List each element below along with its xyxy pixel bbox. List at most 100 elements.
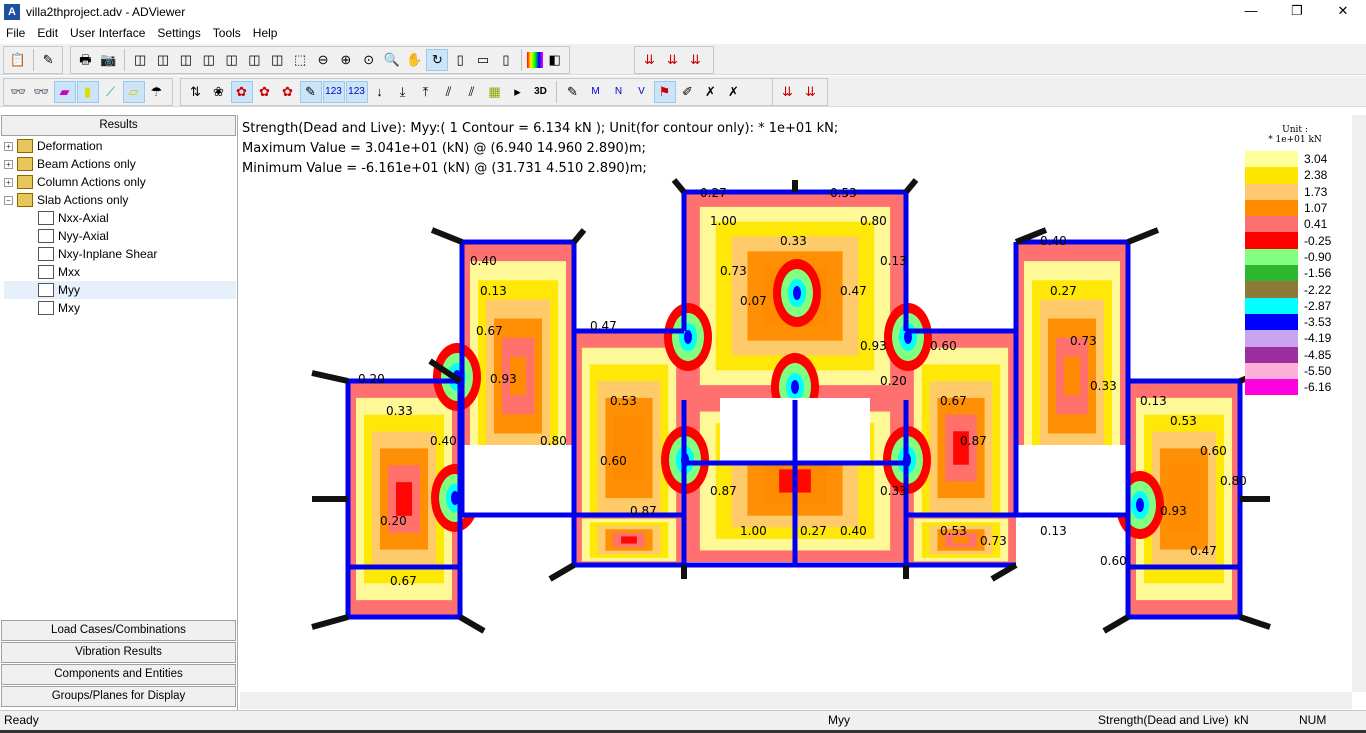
values-alt-icon[interactable]: 123 xyxy=(345,81,368,103)
contour-band-icon[interactable]: ✿ xyxy=(277,81,299,103)
legend-item: 0.41 xyxy=(1245,216,1345,233)
tree-item-deformation[interactable]: + Deformation xyxy=(4,137,236,155)
column-stub xyxy=(571,228,587,244)
menu-file[interactable]: File xyxy=(0,26,31,40)
vy-icon[interactable]: V xyxy=(631,81,653,103)
hatch-icon[interactable]: ⫽ xyxy=(438,81,460,103)
slab-icon[interactable]: ▱ xyxy=(122,81,145,103)
label-icon[interactable]: ✎ xyxy=(299,81,322,103)
horizontal-scrollbar[interactable] xyxy=(240,692,1352,709)
tree-item-slab-actions[interactable]: − Slab Actions only xyxy=(4,191,236,209)
view-left-icon[interactable]: ◫ xyxy=(175,49,197,71)
view-bottom-icon[interactable]: ◫ xyxy=(244,49,266,71)
flag-icon[interactable]: ⚑ xyxy=(653,81,676,103)
contour-fill-icon[interactable]: ✿ xyxy=(254,81,276,103)
box-icon[interactable]: ▯ xyxy=(495,49,517,71)
menu-help[interactable]: Help xyxy=(247,26,284,40)
tree-item-myy[interactable]: Myy xyxy=(4,281,236,299)
wall-icon[interactable]: ☂ xyxy=(146,81,168,103)
legend-value: -2.22 xyxy=(1304,282,1332,297)
view-iso-icon[interactable]: ◫ xyxy=(266,49,288,71)
brace-icon[interactable]: ⟋ xyxy=(100,81,122,103)
result-icon xyxy=(38,265,54,279)
menu-user-interface[interactable]: User Interface xyxy=(64,26,151,40)
tree-item-nxx[interactable]: Nxx-Axial xyxy=(4,209,236,227)
cylinder-icon[interactable]: ▯ xyxy=(449,49,471,71)
menu-edit[interactable]: Edit xyxy=(31,26,64,40)
load-comb-icon[interactable]: ⇊ xyxy=(800,81,822,103)
tree-item-beam-actions[interactable]: + Beam Actions only xyxy=(4,155,236,173)
contour-icon[interactable]: ✿ xyxy=(230,81,253,103)
arrow-line-down-icon[interactable]: ⤓ xyxy=(392,81,414,103)
legend-value: -6.16 xyxy=(1304,380,1332,395)
3d-icon[interactable]: 3D xyxy=(530,81,552,103)
cross-alt-icon[interactable]: ✗ xyxy=(723,81,745,103)
view-right-icon[interactable]: ◫ xyxy=(198,49,220,71)
contour-value-label: 0.80 xyxy=(860,214,887,228)
load-icon[interactable]: ⇊ xyxy=(639,49,661,71)
arrow-line-up-icon[interactable]: ⤒ xyxy=(415,81,437,103)
vibration-results-tab[interactable]: Vibration Results xyxy=(1,642,236,663)
cross-icon[interactable]: ✗ xyxy=(700,81,722,103)
pen-icon[interactable]: ✎ xyxy=(38,49,59,71)
legend-rows: 3.04 2.38 1.73 1.07 0.41 -0.25 -0.90 -1.56 -2.22… xyxy=(1245,151,1345,396)
contrast-icon[interactable]: ◧ xyxy=(544,49,566,71)
menu-tools[interactable]: Tools xyxy=(207,26,247,40)
print-icon[interactable]: 🖶 xyxy=(75,49,97,71)
contour-value-label: 0.87 xyxy=(710,484,737,498)
toolbar-group-loads: ⇊ ⇊ ⇊ xyxy=(634,46,714,74)
view-back-icon[interactable]: ◫ xyxy=(152,49,174,71)
column-icon[interactable]: ▮ xyxy=(76,81,99,103)
view-top-icon[interactable]: ◫ xyxy=(221,49,243,71)
contour-value-label: 0.20 xyxy=(380,514,407,528)
mesh-icon[interactable]: ❀ xyxy=(208,81,230,103)
load-case-icon[interactable]: ⇊ xyxy=(777,81,799,103)
load-area-icon[interactable]: ⇊ xyxy=(685,49,707,71)
view-front-icon[interactable]: ◫ xyxy=(129,49,151,71)
arrow-down-icon[interactable]: ↓ xyxy=(369,81,391,103)
hatch-alt-icon[interactable]: ⫽ xyxy=(461,81,483,103)
minimize-button[interactable]: — xyxy=(1228,0,1274,23)
legend-swatch xyxy=(1245,362,1298,380)
play-icon[interactable]: ▸ xyxy=(507,81,529,103)
vertical-scrollbar[interactable] xyxy=(1352,115,1366,692)
brush-icon[interactable]: ✐ xyxy=(677,81,699,103)
restore-button[interactable]: ❐ xyxy=(1274,0,1320,23)
beam-icon[interactable]: ▰ xyxy=(53,81,76,103)
menu-settings[interactable]: Settings xyxy=(151,26,206,40)
results-header-button[interactable]: Results xyxy=(1,115,236,136)
contour-value-label: 0.33 xyxy=(386,404,413,418)
my-icon[interactable]: M xyxy=(585,81,607,103)
zoom-window-icon[interactable]: ⬚ xyxy=(289,49,311,71)
tree-item-column-actions[interactable]: + Column Actions only xyxy=(4,173,236,191)
camera-icon[interactable]: 📷 xyxy=(97,49,119,71)
copy-icon[interactable]: 📋 xyxy=(8,49,29,71)
model-viewport[interactable]: Strength(Dead and Live): Myy:( 1 Contour… xyxy=(240,115,1352,692)
reaction-icon[interactable]: ⇅ xyxy=(185,81,207,103)
cube-icon[interactable]: ▭ xyxy=(472,49,494,71)
load-cases-tab[interactable]: Load Cases/Combinations xyxy=(1,620,236,641)
zoom-out-icon[interactable]: ⊖ xyxy=(312,49,334,71)
close-button[interactable]: ✕ xyxy=(1320,0,1366,23)
tree-item-nxy[interactable]: Nxy-Inplane Shear xyxy=(4,245,236,263)
glasses-alt-icon[interactable]: 👓 xyxy=(31,81,53,103)
zoom-in-icon[interactable]: ⊕ xyxy=(335,49,357,71)
tree-item-nyy[interactable]: Nyy-Axial xyxy=(4,227,236,245)
shade-icon[interactable]: ▦ xyxy=(484,81,506,103)
zoom-fit-icon[interactable]: ⊙ xyxy=(358,49,380,71)
load-dist-icon[interactable]: ⇊ xyxy=(662,49,684,71)
ny-icon[interactable]: N xyxy=(608,81,630,103)
groups-planes-tab[interactable]: Groups/Planes for Display xyxy=(1,686,236,707)
components-tab[interactable]: Components and Entities xyxy=(1,664,236,685)
tree-item-mxx[interactable]: Mxx xyxy=(4,263,236,281)
contour-band xyxy=(1064,356,1080,396)
zoom-all-icon[interactable]: 🔍 xyxy=(381,49,403,71)
values-icon[interactable]: 123 xyxy=(322,81,345,103)
tree-item-mxy[interactable]: Mxy xyxy=(4,299,236,317)
rotate-icon[interactable]: ↻ xyxy=(426,49,449,71)
pencil-icon[interactable]: ✎ xyxy=(562,81,584,103)
contour-value-label: 0.47 xyxy=(590,319,617,333)
color-palette-icon[interactable] xyxy=(526,52,543,68)
pan-icon[interactable]: ✋ xyxy=(404,49,426,71)
glasses-icon[interactable]: 👓 xyxy=(8,81,30,103)
